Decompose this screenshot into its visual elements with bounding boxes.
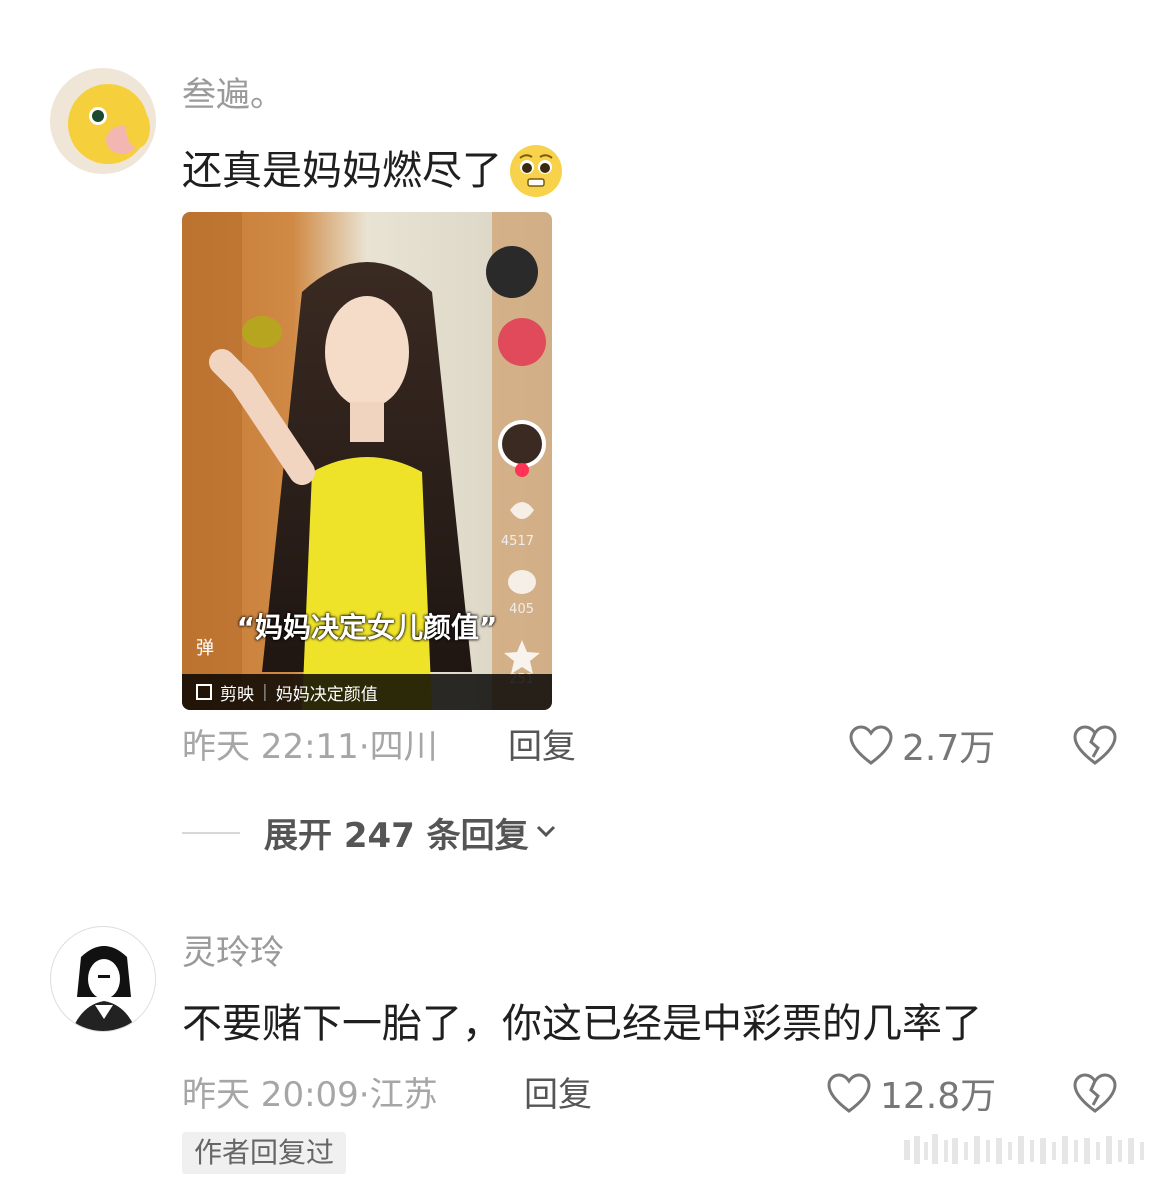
broken-heart-icon: [1072, 1073, 1118, 1118]
comment-location: 四川: [369, 727, 438, 767]
comment-text: 还真是妈妈燃尽了: [182, 143, 564, 199]
capcut-bar: 剪映 | 妈妈决定颜值: [182, 674, 552, 710]
capcut-app-name: 剪映: [220, 684, 254, 705]
meta-separator: ·: [358, 1075, 370, 1115]
comment-time: 昨天 20:09: [182, 1075, 359, 1115]
divider-line: [182, 831, 240, 834]
dislike-button[interactable]: [1072, 724, 1118, 770]
chevron-down-icon: [535, 823, 557, 843]
username[interactable]: 灵玲玲: [182, 936, 284, 970]
capcut-icon: [196, 684, 212, 700]
comment-time: 昨天 22:11: [182, 727, 359, 767]
comment-image[interactable]: 4517 405 251 弹 “妈妈决定女儿颜值” 剪映 | 妈妈决定颜值: [182, 212, 552, 710]
heart-icon: [826, 1072, 872, 1121]
bar-divider: |: [262, 682, 268, 702]
meta-separator: ·: [358, 727, 370, 767]
heart-icon: [848, 724, 894, 773]
watermark-icon: [904, 1126, 1150, 1174]
comment-location: 江苏: [369, 1075, 438, 1115]
comment-meta: 昨天 22:11·四川: [182, 730, 438, 764]
video-like-count: 4517: [500, 534, 534, 549]
expand-replies[interactable]: 展开 247 条回复: [182, 808, 557, 857]
comment-text: 不要赌下一胎了，你这已经是中彩票的几率了: [182, 1001, 982, 1047]
avatar[interactable]: [50, 68, 156, 174]
username[interactable]: 叁遍。: [182, 78, 284, 112]
like-count: 12.8万: [880, 1075, 997, 1117]
comment-text-body: 还真是妈妈燃尽了: [182, 148, 502, 194]
video-caption: “妈妈决定女儿颜值”: [236, 611, 498, 644]
pleading-face-icon: [508, 143, 564, 199]
expand-replies-label: 展开 247 条回复: [264, 816, 529, 856]
like-button[interactable]: 2.7万: [848, 724, 995, 773]
dislike-button[interactable]: [1072, 1072, 1118, 1118]
avatar[interactable]: [50, 926, 156, 1032]
reply-button[interactable]: 回复: [524, 1078, 592, 1112]
like-count: 2.7万: [902, 727, 996, 769]
comment-meta: 昨天 20:09·江苏: [182, 1078, 438, 1112]
broken-heart-icon: [1072, 725, 1118, 770]
reply-button[interactable]: 回复: [508, 730, 576, 764]
comment-item: 叁遍。 还真是妈妈燃尽了 4517 405 弹 “妈妈决定女儿颜值” 剪映 | …: [0, 0, 1169, 860]
capcut-template-name: 妈妈决定颜值: [275, 684, 378, 705]
like-button[interactable]: 12.8万: [826, 1072, 996, 1121]
author-replied-badge: 作者回复过: [182, 1132, 347, 1174]
